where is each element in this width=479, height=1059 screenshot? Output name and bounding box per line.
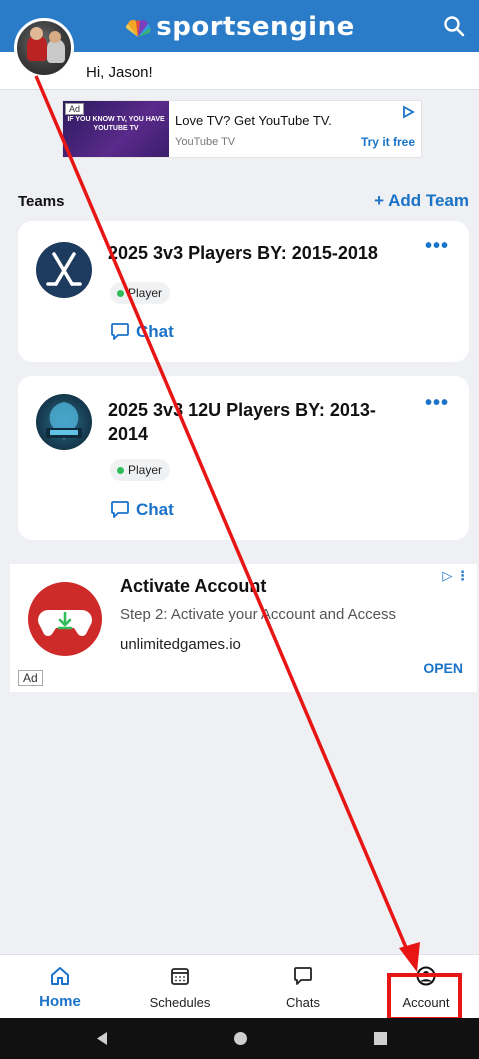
- tab-label: Chats: [286, 995, 320, 1010]
- role-badge: Player: [110, 459, 171, 481]
- more-options-icon[interactable]: •••: [425, 235, 449, 258]
- team-name[interactable]: 2025 3v3 Players BY: 2015-2018: [108, 241, 409, 265]
- recents-square-icon[interactable]: [374, 1032, 387, 1045]
- chat-label: Chat: [136, 500, 174, 519]
- teams-section-title: Teams: [18, 193, 65, 210]
- greeting-text: Hi, Jason!: [86, 64, 153, 81]
- ad-domain: unlimitedgames.io: [120, 636, 241, 653]
- brand-name: sportsengine: [156, 12, 355, 42]
- system-nav-bar: [0, 1018, 479, 1059]
- gamepad-download-icon: [28, 582, 102, 656]
- role-badge: Player: [110, 282, 171, 304]
- tab-label: Schedules: [149, 995, 211, 1010]
- ad-tag: Ad: [18, 670, 43, 686]
- annotation-highlight-box: [387, 973, 462, 1021]
- team-chat-link[interactable]: Chat: [110, 321, 174, 342]
- ad-open-button[interactable]: OPEN: [423, 660, 463, 676]
- chat-label: Chat: [136, 322, 174, 341]
- search-icon[interactable]: [443, 15, 465, 37]
- adchoices-icon[interactable]: [401, 105, 415, 119]
- home-circle-icon[interactable]: [234, 1032, 247, 1045]
- back-icon[interactable]: [95, 1031, 109, 1046]
- ad-banner-bottom[interactable]: Activate Account Step 2: Activate your A…: [10, 564, 477, 692]
- tab-label: Home: [39, 993, 81, 1010]
- avatar[interactable]: [14, 18, 74, 78]
- team-chat-link[interactable]: Chat: [110, 499, 174, 520]
- ad-advertiser: YouTube TV: [175, 136, 236, 148]
- home-icon: [51, 967, 69, 985]
- ad-title: Activate Account: [120, 576, 267, 596]
- chat-icon: [111, 501, 129, 518]
- tab-chats[interactable]: Chats: [243, 955, 363, 1019]
- ad-headline: Love TV? Get YouTube TV.: [175, 113, 332, 128]
- tab-home[interactable]: Home: [0, 955, 120, 1019]
- ad-tag: Ad: [65, 103, 85, 115]
- hockey-sticks-icon: [36, 242, 92, 298]
- more-options-icon[interactable]: •••: [425, 392, 449, 415]
- team-card[interactable]: 2025 3v3 12U Players BY: 2013-2014 ••• P…: [18, 376, 469, 540]
- ad-description: Step 2: Activate your Account and Access: [120, 606, 396, 623]
- ad-cta-link[interactable]: Try it free: [361, 135, 415, 149]
- team-card[interactable]: 2025 3v3 Players BY: 2015-2018 ••• Playe…: [18, 221, 469, 362]
- team-name[interactable]: 2025 3v3 12U Players BY: 2013-2014: [108, 398, 409, 446]
- ad-image-text: IF YOU KNOW TV, YOU HAVE YOUTUBE TV: [67, 116, 165, 132]
- tab-schedules[interactable]: Schedules: [120, 955, 240, 1019]
- ad-banner-top[interactable]: IF YOU KNOW TV, YOU HAVE YOUTUBE TV Ad L…: [62, 100, 422, 158]
- calendar-icon: [171, 968, 189, 985]
- chat-icon: [294, 967, 312, 985]
- peacock-icon: [126, 19, 151, 37]
- adchoices-icon[interactable]: ▷ ⋮: [442, 568, 469, 584]
- scorpions-logo-icon: [36, 394, 92, 450]
- chat-icon: [111, 323, 129, 340]
- add-team-button[interactable]: + Add Team: [374, 191, 469, 211]
